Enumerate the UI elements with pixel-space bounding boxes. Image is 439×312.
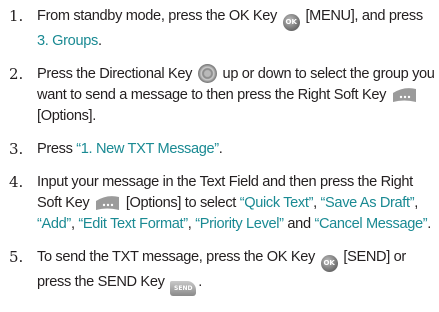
separator: , [313,195,317,211]
menu-option-new-txt-message: “1. New TXT Message” [76,141,219,157]
step-number: 4. [9,173,24,191]
step-4: 4. Input your message in the Text Field … [4,172,435,235]
step-text: . [218,141,223,157]
step-text: From standby mode, press the OK Key [37,8,278,24]
option-save-as-draft: “Save As Draft” [320,195,415,211]
step-1: 1. From standby mode, press the OK Key O… [4,6,435,52]
step-3: 3. Press “1. New TXT Message”. [4,139,435,160]
option-cancel-message: “Cancel Message” [314,216,428,232]
step-text: Press the Directional Key [37,66,193,82]
ok-key-icon: OK [282,14,300,31]
step-number: 1. [9,7,24,25]
ok-key-icon: OK [320,255,338,272]
step-number: 2. [9,65,24,83]
menu-option-groups: 3. Groups [37,33,98,49]
separator: , [187,216,192,232]
step-number: 3. [9,140,24,158]
right-soft-key-icon [96,196,120,210]
step-text: Press [37,141,73,157]
option-quick-text: “Quick Text” [239,195,314,211]
send-key-icon: SEND [170,281,197,296]
separator: , [414,195,418,211]
step-5: 5. To send the TXT message, press the OK… [4,247,435,296]
step-text: . [198,274,202,290]
directional-key-icon [197,64,217,83]
instructions-page: 1. From standby mode, press the OK Key O… [0,0,439,312]
step-2: 2. Press the Directional Key up or down … [4,64,435,127]
step-text: and [287,216,311,232]
step-text: [MENU], and press [305,8,423,24]
separator: , [70,216,75,232]
option-priority-level: “Priority Level” [195,216,284,232]
option-add: “Add” [37,216,71,232]
step-text: [Options]. [37,108,96,124]
step-text: To send the TXT message, press the OK Ke… [37,249,315,265]
option-edit-text-format: “Edit Text Format” [78,216,188,232]
steps-list: 1. From standby mode, press the OK Key O… [4,6,435,296]
step-number: 5. [9,248,24,266]
step-text: . [97,33,102,49]
step-text: . [427,216,431,232]
step-text: [Options] to select [125,195,237,211]
right-soft-key-icon [392,88,416,102]
